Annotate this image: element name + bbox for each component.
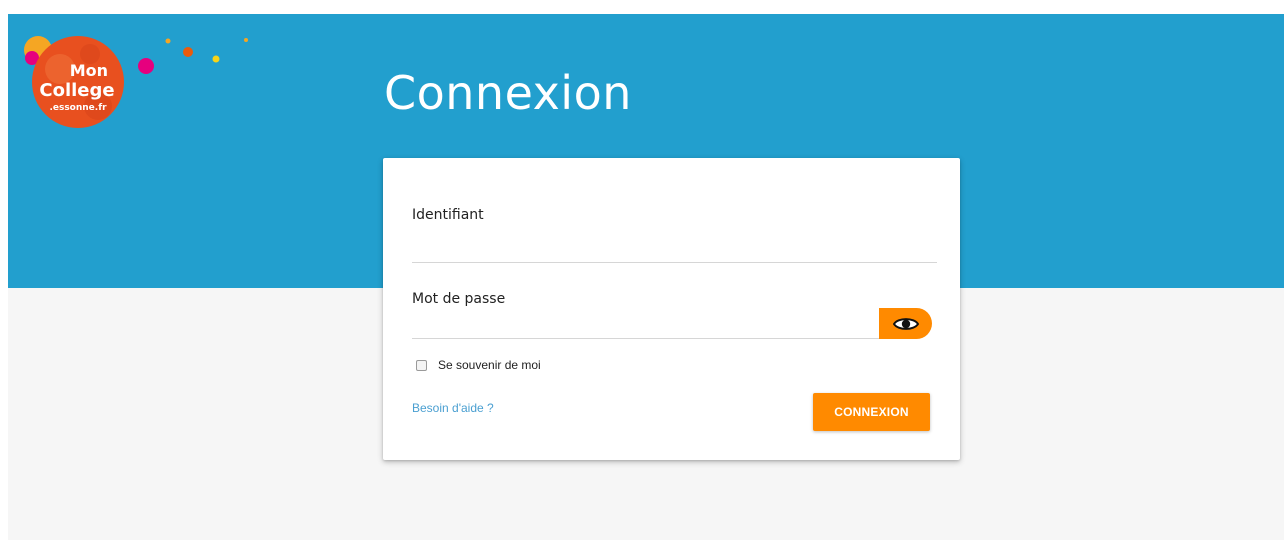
- logo-text-mon: Mon: [70, 61, 108, 80]
- help-link[interactable]: Besoin d'aide ?: [412, 401, 494, 415]
- identifier-input[interactable]: [412, 234, 937, 263]
- remember-me: Se souvenir de moi: [416, 358, 541, 372]
- eye-icon: [892, 317, 919, 330]
- mon-college-logo: Mon College .essonne.fr: [24, 36, 248, 128]
- page-viewport: Mon College .essonne.fr Connexion Identi…: [8, 14, 1284, 540]
- show-password-button[interactable]: [879, 308, 932, 339]
- login-card: Identifiant Mot de passe Se souvenir de …: [383, 158, 960, 460]
- identifier-label: Identifiant: [412, 207, 484, 223]
- password-input[interactable]: [412, 310, 879, 339]
- remember-me-label: Se souvenir de moi: [438, 358, 541, 372]
- login-button[interactable]: CONNEXION: [813, 393, 930, 431]
- page-title: Connexion: [384, 66, 632, 120]
- remember-me-checkbox[interactable]: [416, 359, 427, 371]
- password-label: Mot de passe: [412, 291, 506, 307]
- logo-text-domain: .essonne.fr: [49, 103, 107, 113]
- logo-text-college: College: [39, 80, 114, 101]
